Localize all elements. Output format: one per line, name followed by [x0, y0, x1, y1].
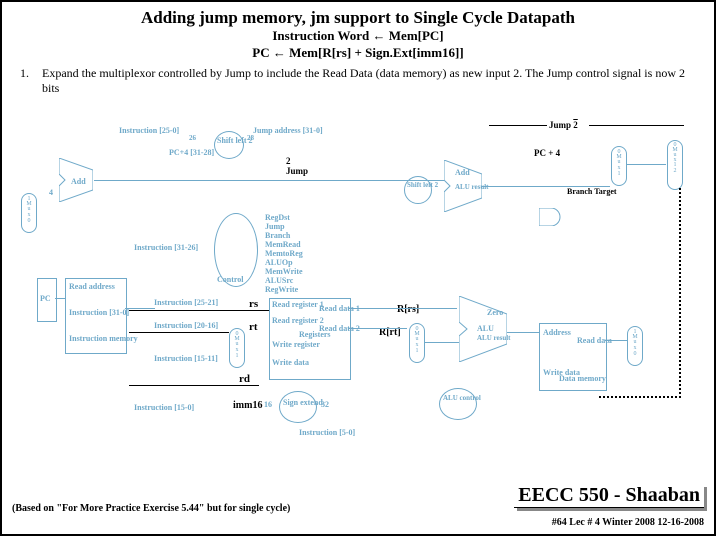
label-branchc: Branch [265, 231, 290, 240]
label-memread: MemRead [265, 240, 301, 249]
label-memtoreg: MemtoReg [265, 249, 303, 258]
wire [55, 298, 65, 299]
wire [605, 340, 627, 341]
datapath-diagram: Jump 2 PC + 4 Branch Target 2Jump Shift … [18, 127, 704, 469]
label-aluresult2: ALU result [477, 334, 511, 342]
bullet-1: 1. Expand the multiplexor controlled by … [2, 62, 714, 98]
mux-pc-select: 1 M u x 0 [21, 193, 37, 233]
label-26: 26 [189, 134, 196, 142]
label-branch-target: Branch Target [567, 187, 617, 196]
wire [425, 342, 459, 343]
dotted-wire-vert [679, 188, 682, 398]
bullet-text: Expand the multiplexor controlled by Jum… [42, 66, 696, 96]
label-pc43128: PC+4 [31-28] [169, 148, 214, 157]
label-instr150: Instruction [15-0] [134, 403, 194, 412]
wire [129, 310, 269, 311]
footer-note: (Based on "For More Practice Exercise 5.… [12, 503, 290, 514]
label-regwrite: RegWrite [265, 285, 298, 294]
label-instrmem: Instruction memory [69, 334, 138, 343]
slide-title: Adding jump memory, jm support to Single… [2, 2, 714, 28]
label-shl2b: Shift left 2 [407, 181, 438, 189]
mux-memtoreg: 1 M u x 0 [627, 326, 643, 366]
label-instr1511: Instruction [15-11] [154, 354, 218, 363]
label-jump-left: 2Jump [286, 156, 308, 176]
label-alu: ALU [477, 324, 494, 333]
label-wreg: Write register [272, 340, 320, 349]
label-rs: rs [249, 298, 258, 310]
label-pc4: PC + 4 [534, 148, 560, 158]
label-regdst: RegDst [265, 213, 290, 222]
label-instrout: Instruction [31-0] [69, 308, 129, 317]
bullet-number: 1. [20, 66, 42, 96]
label-instr2521: Instruction [25-21] [154, 298, 218, 307]
label-address: Address [543, 328, 571, 337]
wire [349, 328, 407, 329]
label-datamem: Data memory [559, 374, 606, 383]
label-jump-top: Jump 2 [549, 120, 578, 130]
wire [489, 125, 547, 126]
footer-meta: #64 Lec # 4 Winter 2008 12-16-2008 [552, 517, 704, 528]
wire [349, 308, 457, 309]
label-instr3126: Instruction [31-26] [134, 243, 198, 252]
label-rd: rd [239, 373, 250, 385]
alu-control [439, 388, 477, 420]
and-gate [539, 208, 561, 226]
label-instr50: Instruction [5-0] [299, 428, 355, 437]
label-zero: Zero [487, 308, 503, 317]
label-jumpc: Jump [265, 222, 285, 231]
label-add2: Add [455, 168, 470, 177]
wire [129, 385, 259, 386]
footer-course: EECC 550 - Shaaban [514, 484, 704, 508]
label-instr2016: Instruction [20-16] [154, 321, 218, 330]
wire [125, 308, 155, 309]
wire [129, 332, 229, 333]
mux-pcsrc: 0 M u x 1 [611, 146, 627, 186]
label-28: 28 [247, 134, 254, 142]
sign-extend [279, 391, 317, 423]
label-instr250: Instruction [25-0] [119, 126, 179, 135]
label-aluresult-b: ALU result [455, 183, 489, 191]
label-rr1: Read register 1 [272, 300, 324, 309]
label-imm16: imm16 [233, 400, 262, 411]
label-aluop: ALUOp [265, 258, 293, 267]
wire [626, 164, 666, 165]
mux-alusrc: 0 M u x 1 [409, 323, 425, 363]
label-pc: PC [40, 294, 51, 303]
label-signext: Sign extend [283, 398, 323, 407]
label-alusrc: ALUSrc [265, 276, 293, 285]
dotted-wire-horz [599, 396, 681, 399]
mux-jump: 0 M u x 1 2 [667, 140, 683, 190]
label-readaddr: Read address [69, 282, 115, 291]
label-4: 4 [49, 188, 53, 197]
wire [482, 186, 610, 187]
instruction-line-2: PC ← Mem[R[rs] + Sign.Ext[imm16]] [2, 45, 714, 62]
label-control: Control [217, 275, 244, 284]
mux-writereg: 0 M u x 1 [229, 328, 245, 368]
label-memwrite: MemWrite [265, 267, 303, 276]
label-rr2: Read register 2 [272, 316, 324, 325]
label-add1: Add [71, 177, 86, 186]
label-32: 32 [321, 400, 329, 409]
instruction-line-1: Instruction Word ← Mem[PC] [2, 28, 714, 45]
label-rrs: R[rs] [397, 304, 419, 315]
wire [94, 180, 444, 181]
wire [507, 332, 539, 333]
label-16: 16 [264, 400, 272, 409]
wire [589, 125, 684, 126]
label-jump-addr: Jump address [31-0] [253, 126, 323, 135]
label-rt: rt [249, 321, 258, 333]
label-alucontrol: ALU control [443, 394, 481, 402]
slide: Adding jump memory, jm support to Single… [0, 0, 716, 536]
label-wdata: Write data [272, 358, 309, 367]
